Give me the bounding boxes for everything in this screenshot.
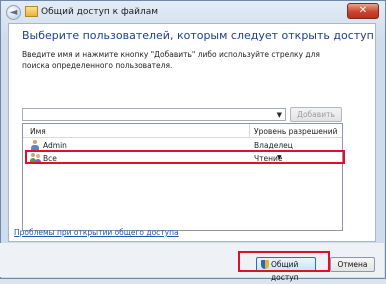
- help-link[interactable]: Проблемы при открытии общего доступа: [14, 228, 179, 237]
- back-button[interactable]: ◄: [6, 5, 21, 20]
- folder-share-icon: [25, 6, 38, 17]
- row-highlight-box: [25, 150, 345, 164]
- page-heading: Выберите пользователей, которым следует …: [22, 29, 374, 42]
- instruction-text: Введите имя и нажмите кнопку "Добавить" …: [22, 50, 320, 70]
- row-permission: Владелец: [254, 141, 293, 150]
- title-bar: ◄ Общий доступ к файлам ✕: [1, 1, 385, 23]
- close-button[interactable]: ✕: [347, 3, 379, 19]
- column-header-permission[interactable]: Уровень разрешений: [254, 127, 338, 136]
- cancel-button[interactable]: Отмена: [330, 257, 375, 272]
- user-name-combobox[interactable]: ▼: [22, 108, 286, 121]
- window-title: Общий доступ к файлам: [41, 7, 159, 17]
- list-header: Имя Уровень разрешений: [23, 124, 342, 138]
- share-button-highlight-box: [238, 251, 330, 272]
- user-icon: [31, 140, 39, 150]
- dropdown-arrow-icon[interactable]: ▼: [277, 111, 282, 119]
- users-list: Имя Уровень разрешений Admin Владелец Вс…: [22, 123, 343, 231]
- row-user-name: Admin: [43, 141, 67, 150]
- add-button[interactable]: Добавить: [290, 107, 342, 122]
- user-icon-head: [33, 140, 37, 144]
- column-header-name[interactable]: Имя: [30, 127, 46, 136]
- column-divider[interactable]: [249, 124, 250, 137]
